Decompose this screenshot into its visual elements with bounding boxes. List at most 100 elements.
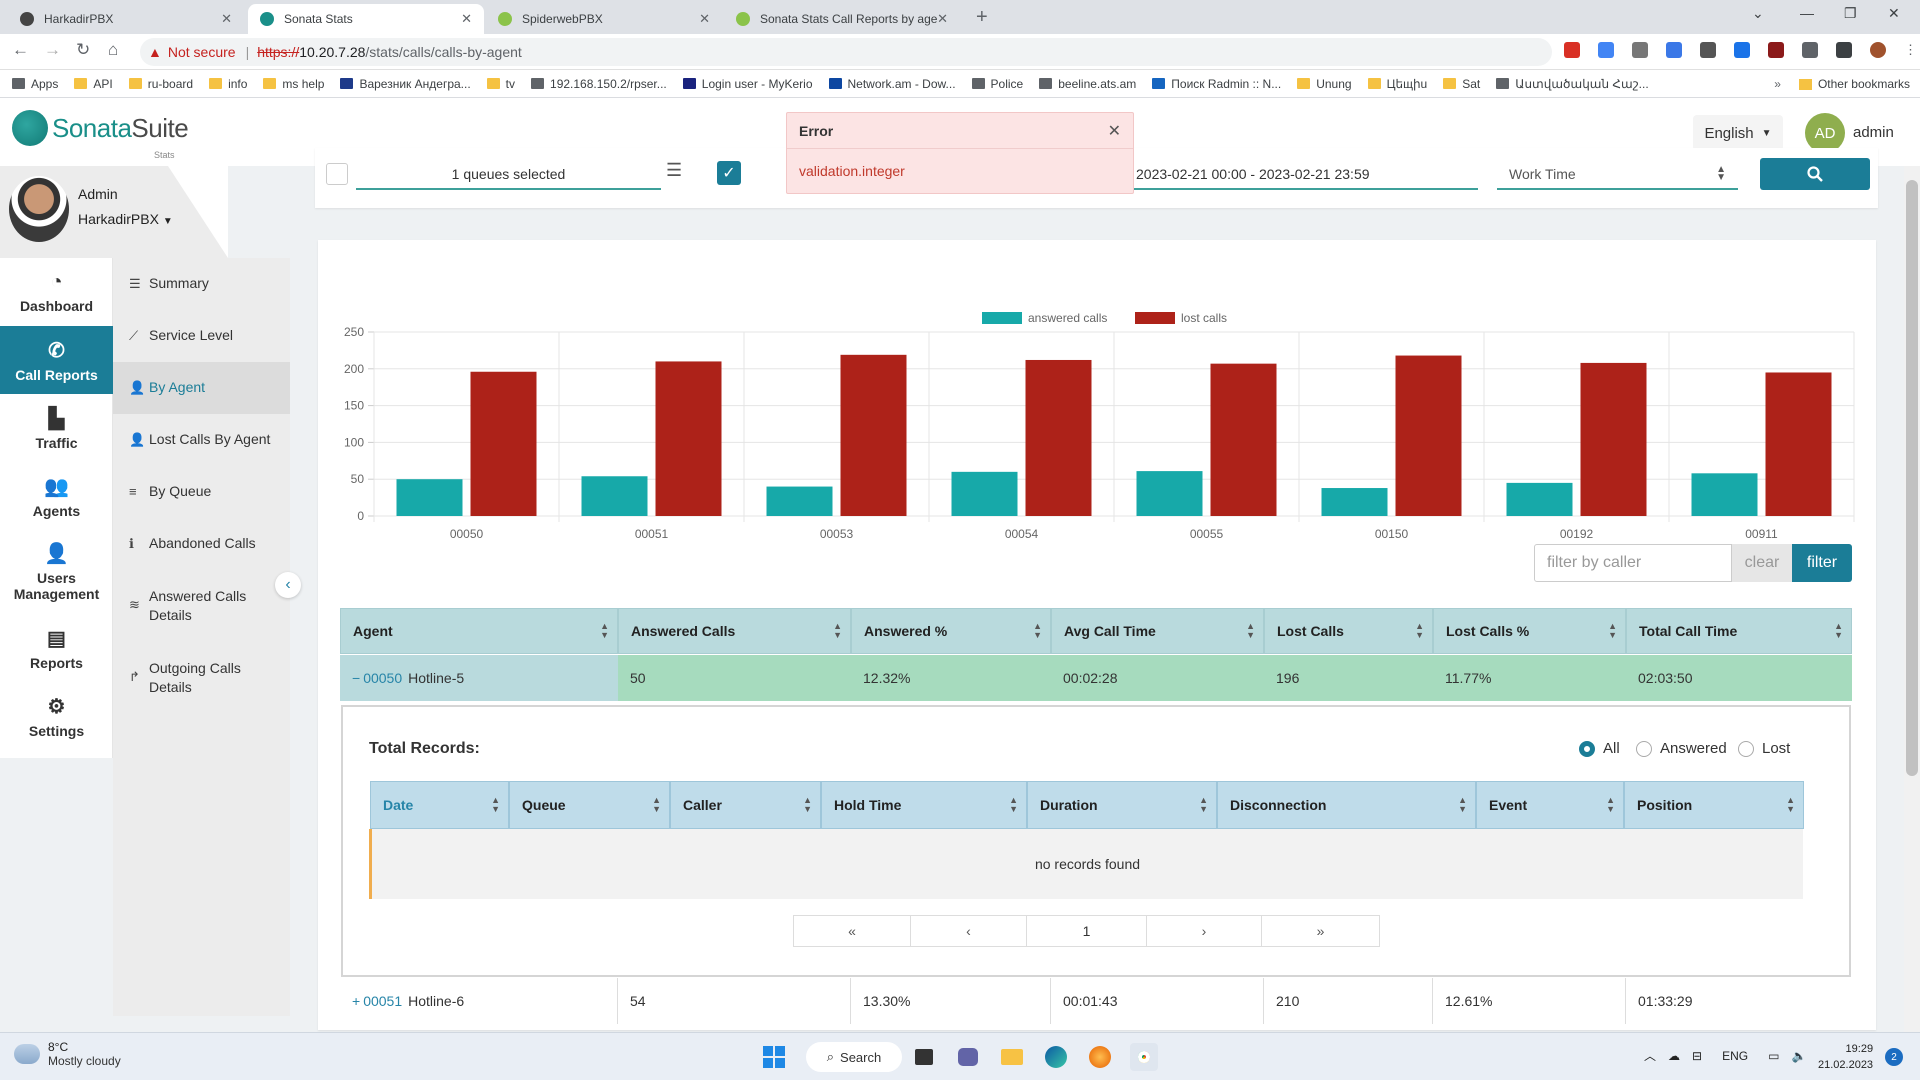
date-range-input[interactable]: 2023-02-21 00:00 - 2023-02-21 23:59 xyxy=(1132,160,1478,190)
detail-col-duration[interactable]: Duration ▲ ▼ xyxy=(1027,781,1217,829)
subnav-by-queue[interactable]: ≡ By Queue xyxy=(113,482,290,516)
browser-tab[interactable]: HarkadirPBX ✕ xyxy=(8,4,244,34)
subnav-answered-calls-details[interactable]: ≋ Answered Calls Details xyxy=(113,587,283,631)
firefox-icon[interactable] xyxy=(1086,1043,1114,1071)
work-time-select[interactable]: Work Time ▲ ▼ xyxy=(1497,160,1738,190)
nav-users-management[interactable]: 👤 Users Management xyxy=(0,530,113,612)
nav-settings[interactable]: ⚙ Settings xyxy=(0,682,113,750)
table-row-agent-cell[interactable]: − 00050 Hotline-5 xyxy=(340,655,618,701)
bookmark-item[interactable]: API xyxy=(74,77,113,91)
extension-icon[interactable] xyxy=(1598,42,1614,58)
sort-icon[interactable]: ▲ ▼ xyxy=(1786,796,1795,814)
extension-icon[interactable] xyxy=(1632,42,1648,58)
extension-icon[interactable] xyxy=(1768,42,1784,58)
input-language[interactable]: ENG xyxy=(1722,1049,1748,1063)
browser-tab[interactable]: SpiderwebPBX ✕ xyxy=(486,4,722,34)
close-icon[interactable]: ✕ xyxy=(1108,121,1121,141)
detail-col-date[interactable]: Date ▲ ▼ xyxy=(370,781,509,829)
profile-icon[interactable] xyxy=(1870,42,1886,58)
sort-icon[interactable]: ▲ ▼ xyxy=(600,622,609,640)
bookmark-item[interactable]: Unung xyxy=(1297,77,1352,91)
page-first-button[interactable]: « xyxy=(793,915,911,947)
page-next-button[interactable]: › xyxy=(1146,915,1262,947)
account-name[interactable]: admin xyxy=(1853,124,1894,141)
minimize-icon[interactable]: — xyxy=(1800,5,1814,21)
col-header-lost-calls[interactable]: Lost Calls ▲ ▼ xyxy=(1264,608,1433,654)
bookmark-item[interactable]: ru-board xyxy=(128,77,193,91)
extension-icon[interactable] xyxy=(1666,42,1682,58)
bookmark-item[interactable]: Цեщիu xyxy=(1367,77,1427,91)
bookmark-item[interactable]: info xyxy=(209,77,247,91)
forward-icon[interactable]: → xyxy=(44,40,61,60)
clear-button[interactable]: clear xyxy=(1732,544,1792,582)
browser-tab[interactable]: Sonata Stats Call Reports by agen ✕ xyxy=(724,4,960,34)
expand-row-icon[interactable]: + xyxy=(352,993,360,1009)
subnav-outgoing-calls-details[interactable]: ↱ Outgoing Calls Details xyxy=(113,659,283,703)
url-bar[interactable]: ▲ Not secure | https:// 10.20.7.28 /stat… xyxy=(140,38,1552,66)
file-explorer-icon[interactable] xyxy=(998,1043,1026,1071)
onedrive-icon[interactable]: ☁ xyxy=(1668,1049,1680,1063)
other-bookmarks[interactable]: » Other bookmarks xyxy=(1774,77,1910,91)
browser-tab-active[interactable]: Sonata Stats ✕ xyxy=(248,4,484,34)
sort-icon[interactable]: ▲ ▼ xyxy=(1834,622,1843,640)
nav-reports[interactable]: ▤ Reports xyxy=(0,614,113,682)
reload-icon[interactable]: ↻ xyxy=(76,40,90,60)
queue-selector[interactable]: 1 queues selected xyxy=(356,160,661,190)
page-last-button[interactable]: » xyxy=(1261,915,1380,947)
detail-col-disconnection[interactable]: Disconnection ▲ ▼ xyxy=(1217,781,1476,829)
chevron-up-icon[interactable]: ︿ xyxy=(1644,1047,1656,1064)
filter-by-caller-input[interactable]: filter by caller xyxy=(1534,544,1732,582)
language-dropdown[interactable]: English ▼ xyxy=(1693,115,1783,151)
table-row-agent-cell[interactable]: + 00051 Hotline-6 xyxy=(340,978,618,1024)
tab-close-icon[interactable]: ✕ xyxy=(937,11,948,27)
sort-icon[interactable]: ▲ ▼ xyxy=(1246,622,1255,640)
sort-icon[interactable]: ▲ ▼ xyxy=(1608,622,1617,640)
subnav-by-agent[interactable]: 👤 By Agent xyxy=(113,362,290,414)
bookmark-item[interactable]: Աստվածական Հաշ... xyxy=(1496,77,1649,91)
list-menu-icon[interactable]: ☰ xyxy=(666,160,682,181)
col-header-lost-pct[interactable]: Lost Calls % ▲ ▼ xyxy=(1433,608,1626,654)
teams-icon[interactable] xyxy=(954,1043,982,1071)
select-all-checkbox[interactable] xyxy=(326,163,348,185)
bookmark-item[interactable]: Варезник Андегра... xyxy=(340,77,471,91)
extension-icon[interactable] xyxy=(1564,42,1580,58)
detail-col-position[interactable]: Position ▲ ▼ xyxy=(1624,781,1804,829)
sort-icon[interactable]: ▲ ▼ xyxy=(1009,796,1018,814)
agent-id-link[interactable]: 00051 xyxy=(363,993,402,1009)
windows-start-icon[interactable] xyxy=(760,1043,788,1071)
detail-col-caller[interactable]: Caller ▲ ▼ xyxy=(670,781,821,829)
chrome-icon[interactable] xyxy=(1130,1043,1158,1071)
bookmark-item[interactable]: Network.am - Dow... xyxy=(828,77,956,91)
detail-col-event[interactable]: Event ▲ ▼ xyxy=(1476,781,1624,829)
filter-button[interactable]: filter xyxy=(1792,544,1852,582)
sort-icon[interactable]: ▲ ▼ xyxy=(1033,622,1042,640)
maximize-icon[interactable]: ❐ xyxy=(1844,5,1857,22)
sidepanel-icon[interactable] xyxy=(1836,42,1852,58)
sort-icon[interactable]: ▲ ▼ xyxy=(652,796,661,814)
bookmark-item[interactable]: Police xyxy=(971,77,1023,91)
detail-col-queue[interactable]: Queue ▲ ▼ xyxy=(509,781,670,829)
page-1-button[interactable]: 1 xyxy=(1026,915,1147,947)
col-header-total-call-time[interactable]: Total Call Time ▲ ▼ xyxy=(1626,608,1852,654)
sort-icon[interactable]: ▲ ▼ xyxy=(833,622,842,640)
tab-close-icon[interactable]: ✕ xyxy=(461,11,472,27)
volume-icon[interactable]: 🔈 xyxy=(1791,1049,1806,1063)
search-button[interactable] xyxy=(1760,158,1870,190)
bookmark-item[interactable]: ms help xyxy=(263,77,324,91)
bookmark-item[interactable]: Поиск Radmin :: N... xyxy=(1152,77,1281,91)
collapse-row-icon[interactable]: − xyxy=(352,670,360,686)
sort-icon[interactable]: ▲ ▼ xyxy=(1415,622,1424,640)
detail-col-hold-time[interactable]: Hold Time ▲ ▼ xyxy=(821,781,1027,829)
tab-close-icon[interactable]: ✕ xyxy=(221,11,232,27)
page-prev-button[interactable]: ‹ xyxy=(910,915,1027,947)
col-header-agent[interactable]: Agent ▲ ▼ xyxy=(340,608,618,654)
radio-lost[interactable]: Lost xyxy=(1738,740,1790,757)
home-icon[interactable]: ⌂ xyxy=(108,40,118,60)
back-icon[interactable]: ← xyxy=(12,40,29,60)
edge-icon[interactable] xyxy=(1042,1043,1070,1071)
display-icon[interactable]: ▭ xyxy=(1768,1049,1779,1063)
col-header-answered-calls[interactable]: Answered Calls ▲ ▼ xyxy=(618,608,851,654)
bookmark-item[interactable]: tv xyxy=(486,77,515,91)
scrollbar-thumb[interactable] xyxy=(1906,180,1918,776)
col-header-answered-pct[interactable]: Answered % ▲ ▼ xyxy=(851,608,1051,654)
